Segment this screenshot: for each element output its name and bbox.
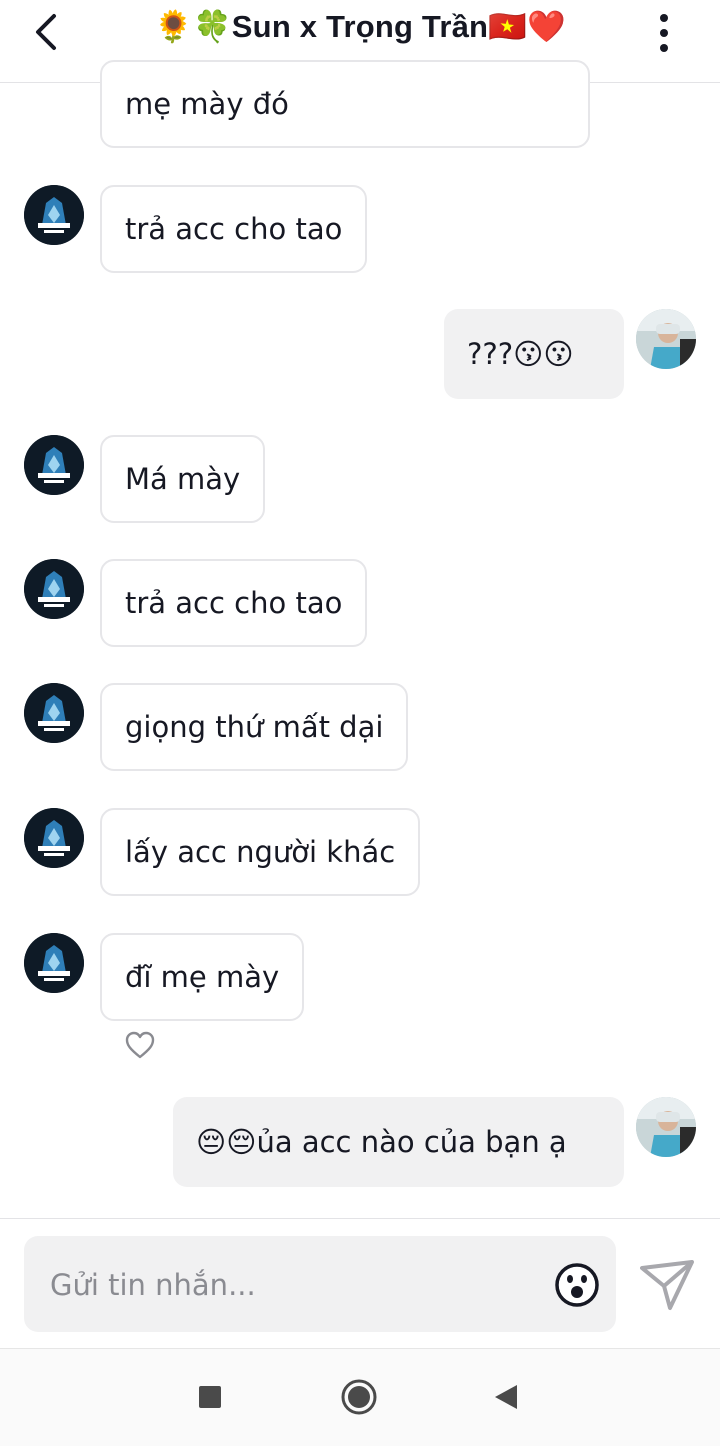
lion-logo-icon <box>24 683 84 743</box>
message-text: ???😗😗 <box>467 337 574 371</box>
lion-logo-icon <box>24 435 84 495</box>
message-text: mẹ mày đó <box>125 87 289 121</box>
incoming-message-bubble[interactable]: lấy acc người khác <box>100 808 421 896</box>
outgoing-message-bubble[interactable]: ???😗😗 <box>444 309 624 399</box>
contact-avatar[interactable] <box>24 185 84 245</box>
contact-avatar[interactable] <box>24 808 84 868</box>
lion-logo-icon <box>24 808 84 868</box>
contact-avatar[interactable] <box>24 683 84 743</box>
composer-divider <box>0 1218 720 1219</box>
nav-back-button[interactable] <box>493 1383 519 1411</box>
message-input[interactable] <box>48 1236 552 1334</box>
square-icon[interactable] <box>199 1386 221 1408</box>
home-button[interactable] <box>341 1379 377 1415</box>
like-button[interactable] <box>124 1030 156 1060</box>
circle-icon <box>341 1379 377 1415</box>
message-text: giọng thứ mất dại <box>125 710 384 744</box>
incoming-message-bubble[interactable]: giọng thứ mất dại <box>100 683 409 771</box>
triangle-back-icon <box>495 1385 517 1409</box>
contact-avatar[interactable] <box>24 559 84 619</box>
emoji-button[interactable] <box>554 1262 600 1308</box>
my-avatar[interactable] <box>636 309 696 369</box>
user-photo-icon <box>636 1097 696 1157</box>
incoming-message-bubble[interactable]: đĩ mẹ mày <box>100 933 305 1021</box>
my-avatar[interactable] <box>636 1097 696 1157</box>
message-text: trả acc cho tao <box>125 212 343 246</box>
lion-logo-icon <box>24 933 84 993</box>
send-arrow-icon <box>640 1260 694 1310</box>
message-text: 😔😔ủa acc nào của bạn ạ <box>196 1125 567 1159</box>
message-text: đĩ mẹ mày <box>125 960 280 994</box>
heart-outline-icon <box>125 1031 155 1059</box>
contact-avatar[interactable] <box>24 435 84 495</box>
incoming-message-bubble[interactable]: trả acc cho tao <box>100 185 368 273</box>
message-text: lấy acc người khác <box>125 835 396 869</box>
lion-logo-icon <box>24 185 84 245</box>
message-text: trả acc cho tao <box>125 586 343 620</box>
outgoing-message-bubble[interactable]: 😔😔ủa acc nào của bạn ạ <box>173 1097 624 1187</box>
smiley-icon <box>555 1263 599 1307</box>
message-composer <box>24 1236 616 1334</box>
incoming-message-bubble[interactable]: Má mày <box>100 435 266 523</box>
user-photo-icon <box>636 309 696 369</box>
lion-logo-icon <box>24 559 84 619</box>
message-text: Má mày <box>125 462 241 496</box>
contact-avatar[interactable] <box>24 933 84 993</box>
incoming-message-bubble[interactable]: trả acc cho tao <box>100 559 368 647</box>
send-button[interactable] <box>640 1258 694 1312</box>
